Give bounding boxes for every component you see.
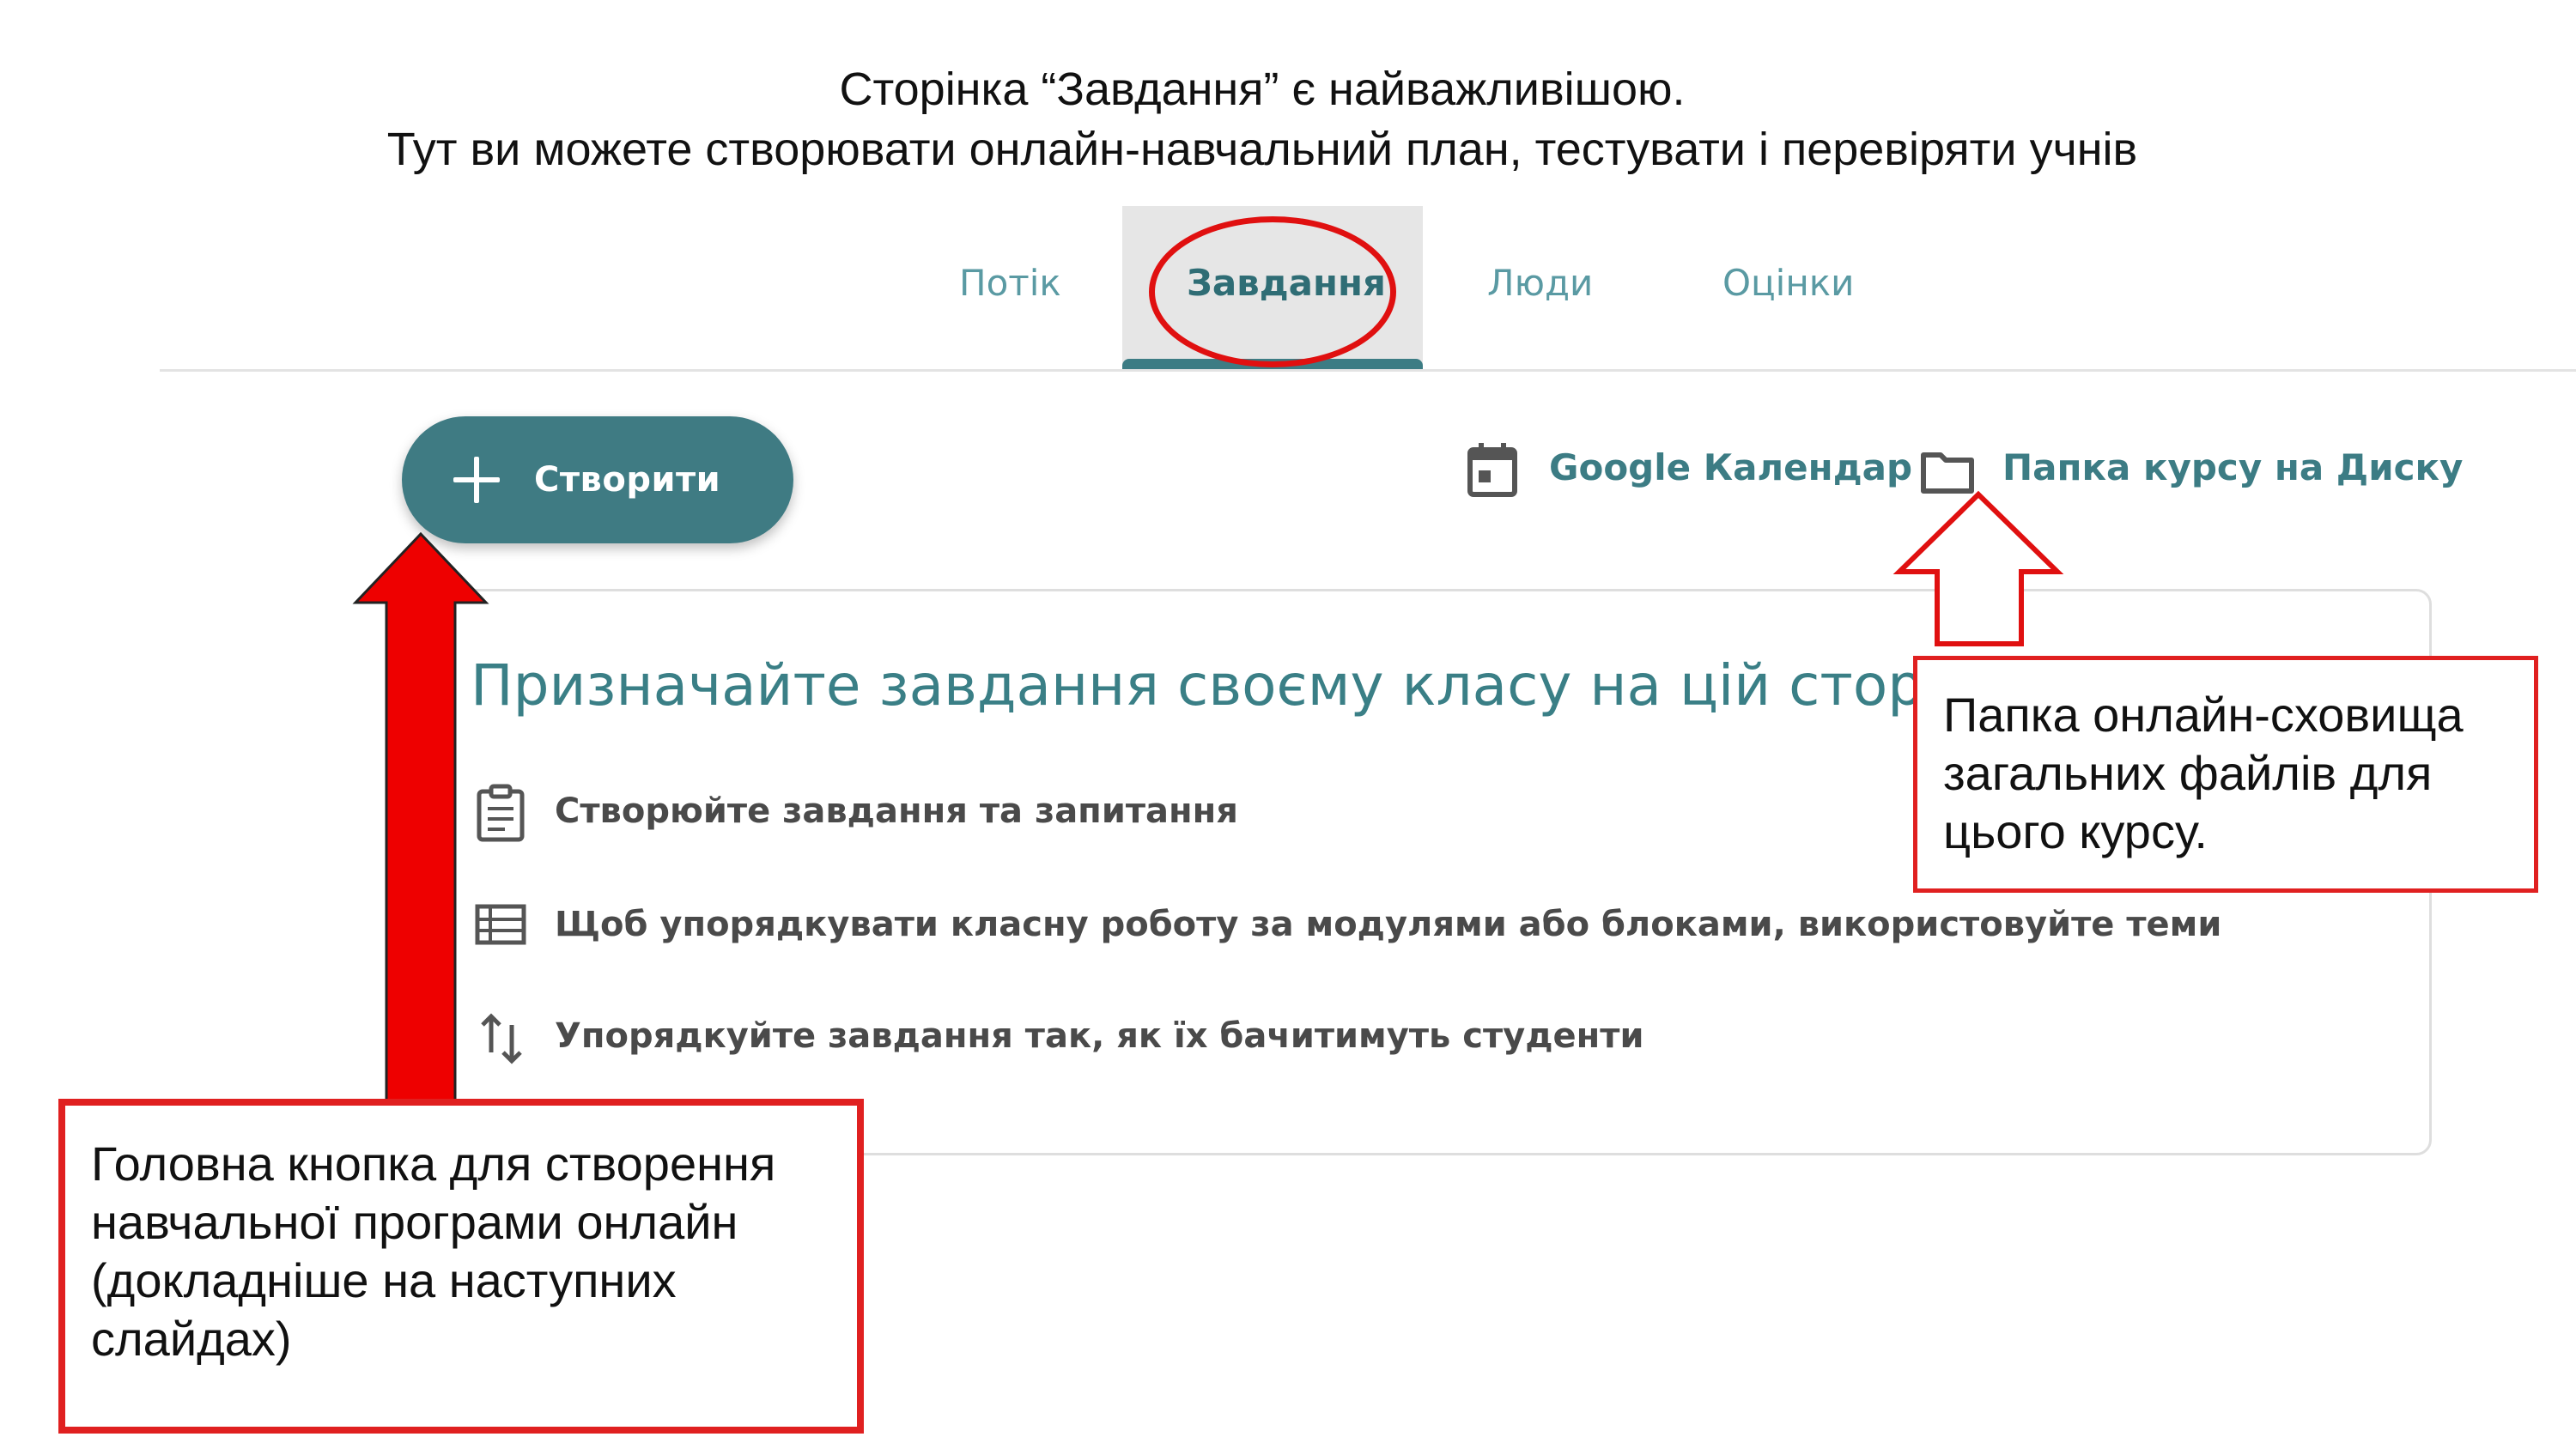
create-button-note: Головна кнопка для створення навчальної … (58, 1099, 864, 1434)
create-button-label: Створити (534, 460, 721, 500)
highlight-ellipse (1149, 216, 1396, 367)
note-line: Папка онлайн-сховища (1943, 688, 2464, 742)
folder-icon (1920, 450, 1975, 494)
tabs-divider (160, 369, 2576, 372)
card-row-text: Упорядкуйте завдання так, як їх бачитиму… (555, 1016, 1644, 1056)
card-row-text: Щоб упорядкувати класну роботу за модуля… (555, 905, 2222, 944)
calendar-icon (1467, 441, 1518, 498)
create-arrow-annotation (352, 532, 489, 1107)
create-button[interactable]: Створити (402, 416, 793, 543)
note-line: цього курсу. (1943, 804, 2208, 858)
tab-stream[interactable]: Потік (959, 262, 1061, 304)
note-line: загальних файлів для (1943, 746, 2433, 800)
note-line: (докладніше на наступних (91, 1253, 677, 1307)
tab-grades[interactable]: Оцінки (1722, 262, 1854, 304)
note-line: Головна кнопка для створення (91, 1137, 776, 1191)
drive-folder-link[interactable]: Папка курсу на Диску (2002, 446, 2463, 488)
drive-folder-note: Папка онлайн-сховища загальних файлів дл… (1913, 656, 2538, 893)
tab-people[interactable]: Люди (1487, 262, 1593, 304)
note-line: навчальної програми онлайн (91, 1195, 738, 1249)
note-line: слайдах) (91, 1312, 292, 1366)
plus-icon (453, 457, 500, 503)
slide-title-line-2: Тут ви можете створювати онлайн-навчальн… (386, 124, 2138, 175)
card-row-text: Створюйте завдання та запитання (555, 791, 1238, 831)
card-title: Призначайте завдання своєму класу на цій… (471, 652, 2031, 718)
google-calendar-link[interactable]: Google Календар (1549, 446, 1912, 488)
slide-title-line-1: Сторінка “Завдання” є найважливішою. (839, 64, 1686, 115)
drive-arrow-annotation (1893, 490, 2064, 646)
